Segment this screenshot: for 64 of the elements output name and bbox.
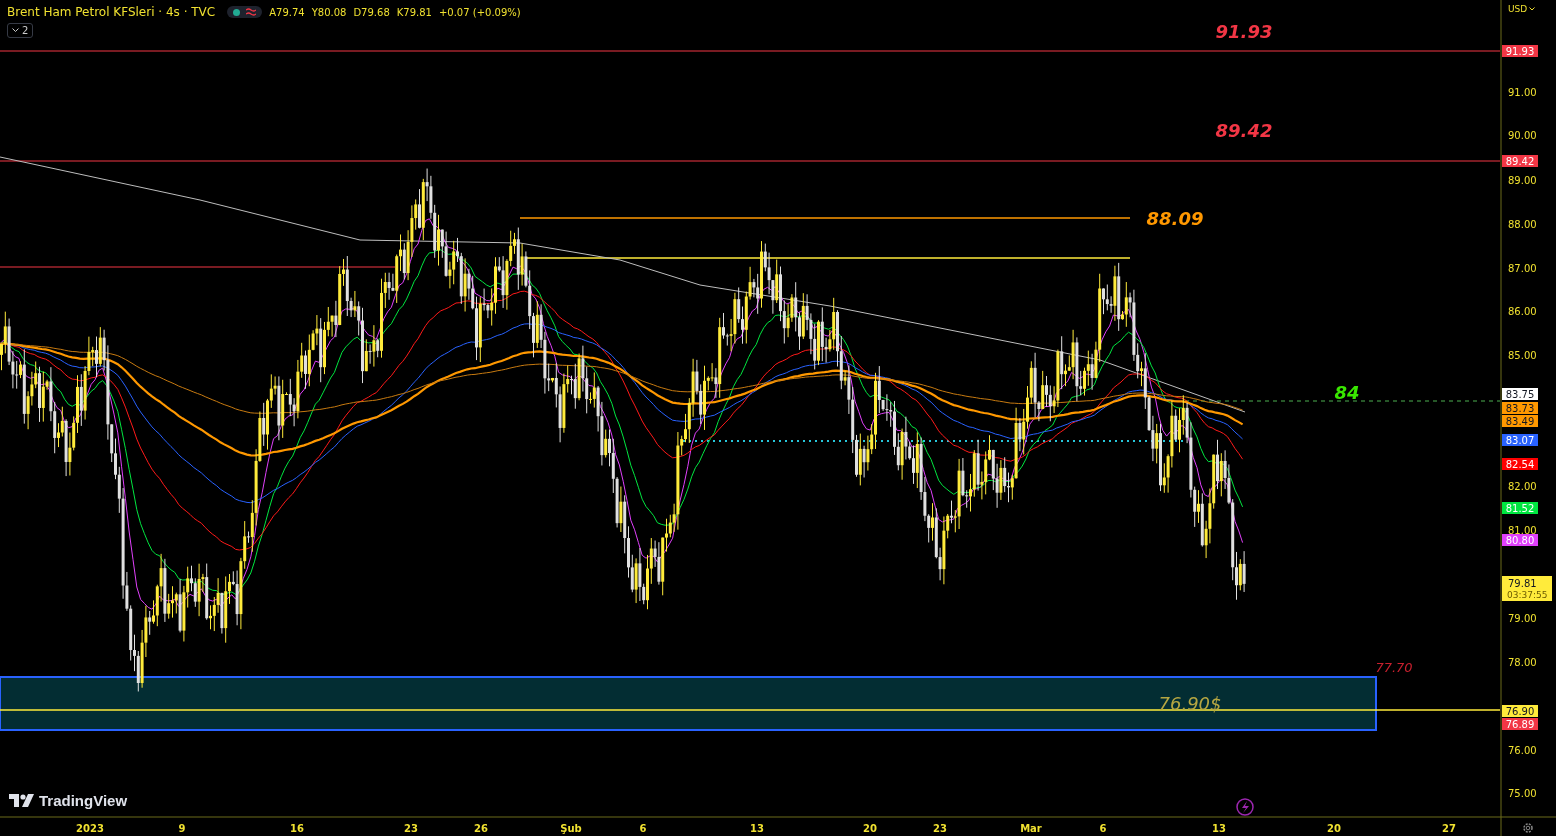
logo-text: TradingView bbox=[39, 792, 128, 809]
price-annotation: 77.70 bbox=[1375, 660, 1413, 675]
bar-countdown: 03:37:55 bbox=[1507, 590, 1548, 600]
price-tick: 87.00 bbox=[1508, 263, 1537, 274]
logo-icon bbox=[9, 794, 35, 807]
last-price: 79.81 bbox=[1508, 578, 1537, 589]
alert-icon[interactable] bbox=[1236, 798, 1254, 816]
time-tick: 27 bbox=[1442, 823, 1456, 834]
price-tick: 76.00 bbox=[1508, 745, 1537, 756]
price-change: +0.07 (+0.09%) bbox=[438, 6, 521, 18]
time-tick: 26 bbox=[474, 823, 488, 834]
price-tick: 91.00 bbox=[1508, 87, 1537, 98]
indicators-toggle[interactable]: 2 bbox=[7, 23, 34, 38]
price-tag-text: 83.75 bbox=[1505, 389, 1535, 400]
price-tick: 78.00 bbox=[1508, 657, 1537, 668]
price-tag-text: 83.73 bbox=[1505, 403, 1535, 414]
price-tag-text: 76.89 bbox=[1505, 719, 1535, 730]
price-tick: 90.00 bbox=[1508, 130, 1537, 141]
time-tick: 2023 bbox=[76, 823, 104, 834]
price-annotation: 84 bbox=[1334, 382, 1360, 403]
price-tag-text: 83.07 bbox=[1505, 435, 1535, 446]
price-tag-text: 76.90 bbox=[1505, 706, 1535, 717]
price-annotation: 76.90$ bbox=[1158, 693, 1222, 714]
chevron-icon bbox=[1529, 7, 1536, 11]
currency-selector[interactable]: USD bbox=[1508, 4, 1536, 14]
price-annotation: 91.93 bbox=[1215, 21, 1273, 42]
last-price-tag bbox=[1502, 576, 1552, 601]
price-tick: 85.00 bbox=[1508, 350, 1537, 361]
time-tick: 23 bbox=[933, 823, 947, 834]
chevron-icon bbox=[12, 28, 19, 33]
time-tick: 9 bbox=[178, 823, 186, 834]
time-tick: 6 bbox=[639, 823, 647, 834]
status-toggle[interactable] bbox=[227, 6, 263, 18]
time-tick: 20 bbox=[863, 823, 877, 834]
time-tick: 6 bbox=[1099, 823, 1107, 834]
ohlc-value: A79.74 bbox=[269, 6, 305, 18]
price-tag-text: 81.52 bbox=[1505, 503, 1535, 514]
time-tick: Şub bbox=[560, 823, 582, 834]
price-tick: 88.00 bbox=[1508, 219, 1537, 230]
time-tick: 23 bbox=[404, 823, 418, 834]
price-tick: 89.00 bbox=[1508, 175, 1537, 186]
ohlc-value: Y80.08 bbox=[311, 6, 347, 18]
price-tick: 86.00 bbox=[1508, 306, 1537, 317]
price-annotation: 88.09 bbox=[1146, 208, 1204, 229]
time-tick: 16 bbox=[290, 823, 304, 834]
price-tag-text: 89.42 bbox=[1505, 156, 1535, 167]
price-tick: 82.00 bbox=[1508, 481, 1537, 492]
time-tick: 13 bbox=[1212, 823, 1226, 834]
price-annotation: 89.42 bbox=[1215, 120, 1273, 141]
price-tag-text: 83.49 bbox=[1505, 416, 1535, 427]
ohlc-value: K79.81 bbox=[396, 6, 432, 18]
symbol-title[interactable]: Brent Ham Petrol KFSleri · 4s · TVC bbox=[7, 5, 216, 19]
price-tag-text: 82.54 bbox=[1505, 459, 1535, 470]
ohlc-value: D79.68 bbox=[353, 6, 390, 18]
price-tick: 81.00 bbox=[1508, 525, 1537, 536]
price-tick: 79.00 bbox=[1508, 613, 1537, 624]
price-tag-text: 91.93 bbox=[1505, 46, 1535, 57]
price-tag-text: 80.80 bbox=[1505, 535, 1535, 546]
time-tick: 20 bbox=[1327, 823, 1341, 834]
wave-icon bbox=[246, 8, 257, 16]
time-tick: 13 bbox=[750, 823, 764, 834]
price-tick: 75.00 bbox=[1508, 788, 1537, 799]
time-tick: Mar bbox=[1020, 823, 1042, 834]
settings-icon[interactable] bbox=[1523, 823, 1533, 833]
